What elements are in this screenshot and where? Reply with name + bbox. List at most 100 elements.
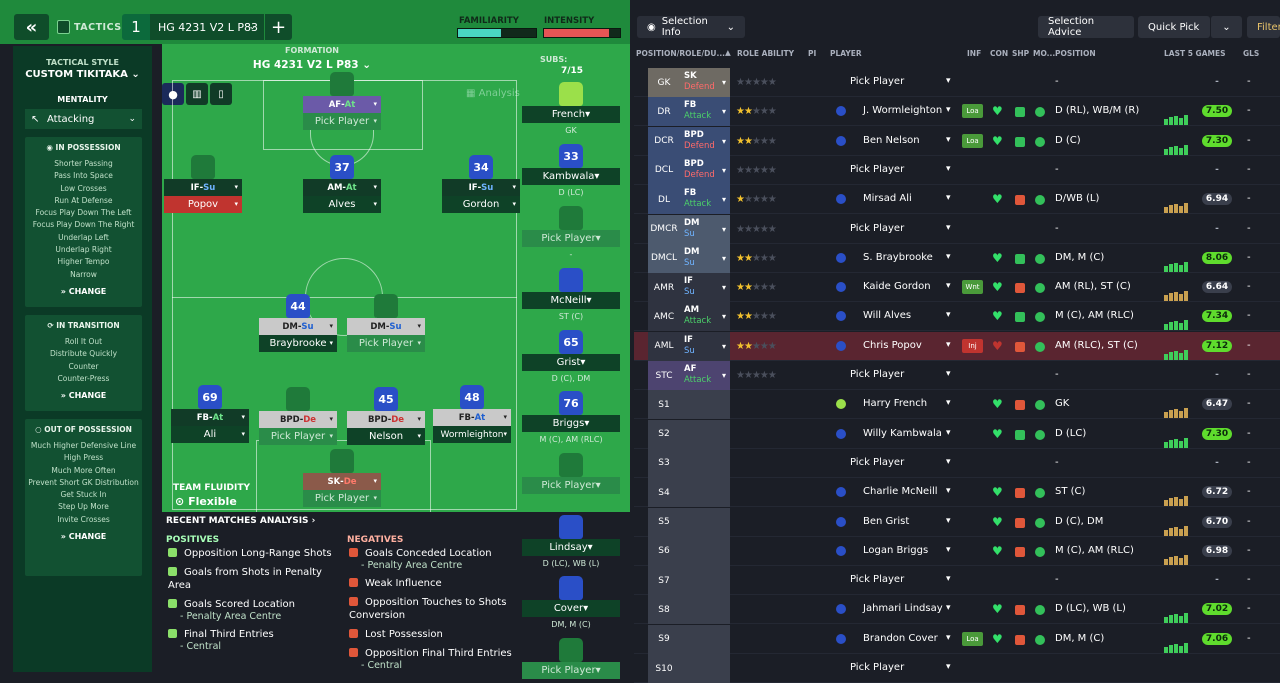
sub-slot[interactable]: Pick Player ▾ - [522,206,620,259]
chevron-down-icon[interactable]: ▾ [946,486,951,496]
table-row[interactable]: DCR BPD Defend ▾ ★★★★★ Ben Nelson ▾ Loa ♥ D (C) 7.… [634,126,1280,156]
player-name-select[interactable]: Pick Player ▾ [347,335,425,352]
pitch-player-slot[interactable]: SK - De ▾ Pick Player ▾ [303,449,381,507]
pitch-player-slot[interactable]: 45 BPD - De ▾ Nelson ▾ [347,387,425,445]
player-name[interactable]: Pick Player [850,76,904,87]
table-row[interactable]: GK SK Defend ▾ ★★★★★ Pick Player ▾ - - - [634,68,1280,97]
pitch-player-slot[interactable]: 34 IF - Su ▾ Gordon ▾ [442,155,520,213]
sub-name-select[interactable]: Cover ▾ [522,600,620,617]
player-name[interactable]: Kaide Gordon [863,281,931,292]
table-row[interactable]: S4 Charlie McNeill ▾ ♥ ST (C) 6.72 - [634,478,1280,508]
table-row[interactable]: S2 Willy Kambwala ▾ ♥ D (LC) 7.30 - [634,419,1280,449]
sub-slot[interactable]: French ▾ GK [522,82,620,135]
sub-name-select[interactable]: Lindsay ▾ [522,539,620,556]
player-name[interactable]: Ben Grist [863,516,909,527]
in-possession-card[interactable]: ◉ IN POSSESSION Shorter Passing Pass Into… [25,137,142,307]
info-badge[interactable]: Loa [962,631,983,646]
analysis-item[interactable]: Goals Scored Location - Penalty Area Cent… [168,598,343,622]
player-name[interactable]: J. Wormleighton [863,105,942,116]
player-name-select[interactable]: Gordon ▾ [442,196,520,213]
row-role[interactable]: BPD Defend ▾ [680,126,730,156]
row-role[interactable]: DM Su ▾ [680,243,730,273]
pitch-player-slot[interactable]: AF - At ▾ Pick Player ▾ [303,72,381,130]
selection-advice-button[interactable]: Selection Advice [1038,16,1134,38]
sub-name-select[interactable]: McNeill ▾ [522,292,620,309]
player-name[interactable]: Pick Player [850,457,904,468]
col-player[interactable]: PLAYER [830,49,862,58]
player-name[interactable]: Pick Player [850,369,904,380]
player-name-select[interactable]: Nelson ▾ [347,428,425,445]
sub-slot[interactable]: 65 Grist ▾ D (C), DM [522,330,620,383]
player-name[interactable]: S. Braybrooke [863,252,933,263]
sub-name-select[interactable]: Pick Player ▾ [522,477,620,494]
col-last5[interactable]: LAST 5 GAMES [1164,49,1226,58]
table-row[interactable]: STC AF Attack ▾ ★★★★★ Pick Player ▾ - - - [634,361,1280,390]
sub-slot[interactable]: 33 Kambwala ▾ D (LC) [522,144,620,197]
sub-name-select[interactable]: Briggs ▾ [522,415,620,432]
chevron-down-icon[interactable]: ▾ [946,574,951,584]
player-role[interactable]: SK - De ▾ [303,473,381,490]
table-row[interactable]: DL FB Attack ▾ ★★★★★ Mirsad Ali ▾ ♥ D/WB (L) 6.94… [634,185,1280,215]
in-transition-change-button[interactable]: » CHANGE [25,391,142,400]
col-mo[interactable]: MO... [1033,49,1055,58]
player-name[interactable]: Jahmari Lindsay [863,603,943,614]
row-role[interactable] [680,654,730,683]
sub-slot[interactable]: Cover ▾ DM, M (C) [522,576,620,629]
chevron-down-icon[interactable]: ▾ [946,223,951,233]
row-role[interactable]: AF Attack ▾ [680,361,730,390]
in-transition-card[interactable]: ⟳ IN TRANSITION Roll It Out Distribute Qu… [25,315,142,411]
mentality-select[interactable]: Attacking ⌄ ↖ [25,109,142,129]
player-name[interactable]: Harry French [863,398,927,409]
row-role[interactable]: SK Defend ▾ [680,68,730,97]
chevron-down-icon[interactable]: ▾ [946,164,951,174]
row-role[interactable]: DM Su ▾ [680,214,730,244]
chevron-down-icon[interactable]: ▾ [946,633,951,643]
player-role[interactable]: FB - At ▾ [433,409,511,426]
col-role-ability[interactable]: ROLE ABILITY [737,49,794,58]
row-role[interactable]: IF Su ▾ [680,331,730,361]
sub-name-select[interactable]: Grist ▾ [522,354,620,371]
player-name-select[interactable]: Braybrooke ▾ [259,335,337,352]
analysis-item[interactable]: Lost Possession [349,628,514,641]
info-badge[interactable]: Loa [962,104,983,119]
player-role[interactable]: BPD - De ▾ [259,411,337,428]
table-row[interactable]: S1 Harry French ▾ ♥ GK 6.47 - [634,390,1280,420]
sub-name-select[interactable]: Pick Player ▾ [522,662,620,679]
player-name[interactable]: Mirsad Ali [863,193,912,204]
col-position[interactable]: POSITION [1055,49,1096,58]
player-name[interactable]: Logan Briggs [863,545,928,556]
pitch-player-slot[interactable]: 44 DM - Su ▾ Braybrooke ▾ [259,294,337,352]
player-name[interactable]: Charlie McNeill [863,486,938,497]
table-row[interactable]: S5 Ben Grist ▾ ♥ D (C), DM 6.70 - [634,507,1280,537]
table-row[interactable]: S6 Logan Briggs ▾ ♥ M (C), AM (RLC) 6.98 - [634,536,1280,566]
col-shp[interactable]: SHP [1012,49,1029,58]
player-name-select[interactable]: Popov ▾ [164,196,242,213]
back-button[interactable]: « [14,14,49,40]
analysis-item[interactable]: Goals from Shots in Penalty Area [168,566,343,592]
familiarity-bar[interactable] [457,28,537,38]
row-role[interactable] [680,419,730,449]
col-con[interactable]: CON [990,49,1008,58]
analysis-item[interactable]: Opposition Long-Range Shots [168,547,343,560]
table-row[interactable]: S3 Pick Player ▾ - - - [634,448,1280,478]
table-row[interactable]: S9 Brandon Cover ▾ Loa ♥ DM, M (C) 7.06 - [634,624,1280,654]
pitch-player-slot[interactable]: 37 AM - At ▾ Alves ▾ [303,155,381,213]
chevron-down-icon[interactable]: ▾ [946,457,951,467]
table-row[interactable]: AMR IF Su ▾ ★★★★★ Kaide Gordon ▾ Wnt ♥ AM (RL), S… [634,273,1280,303]
intensity-bar[interactable] [543,28,621,38]
player-name-select[interactable]: Wormleighton ▾ [433,426,511,443]
table-row[interactable]: S10 Pick Player ▾ [634,654,1280,683]
filter-button[interactable]: Filter [1247,16,1280,38]
row-role[interactable] [680,566,730,596]
player-role[interactable]: FB - At ▾ [171,409,249,426]
player-name[interactable]: Pick Player [850,574,904,585]
pitch-player-slot[interactable]: IF - Su ▾ Popov ▾ [164,155,242,213]
table-row[interactable]: AML IF Su ▾ ★★★★★ Chris Popov ▾ Inj ♥ AM (RLC), S… [634,331,1280,361]
table-row[interactable]: S7 Pick Player ▾ - - - [634,566,1280,596]
info-badge[interactable]: Wnt [962,280,983,295]
quick-pick-dropdown[interactable]: ⌄ [1210,16,1242,38]
chevron-down-icon[interactable]: ▾ [946,105,951,115]
player-name[interactable]: Brandon Cover [863,633,938,644]
col-inf[interactable]: INF [967,49,981,58]
row-role[interactable] [680,595,730,625]
